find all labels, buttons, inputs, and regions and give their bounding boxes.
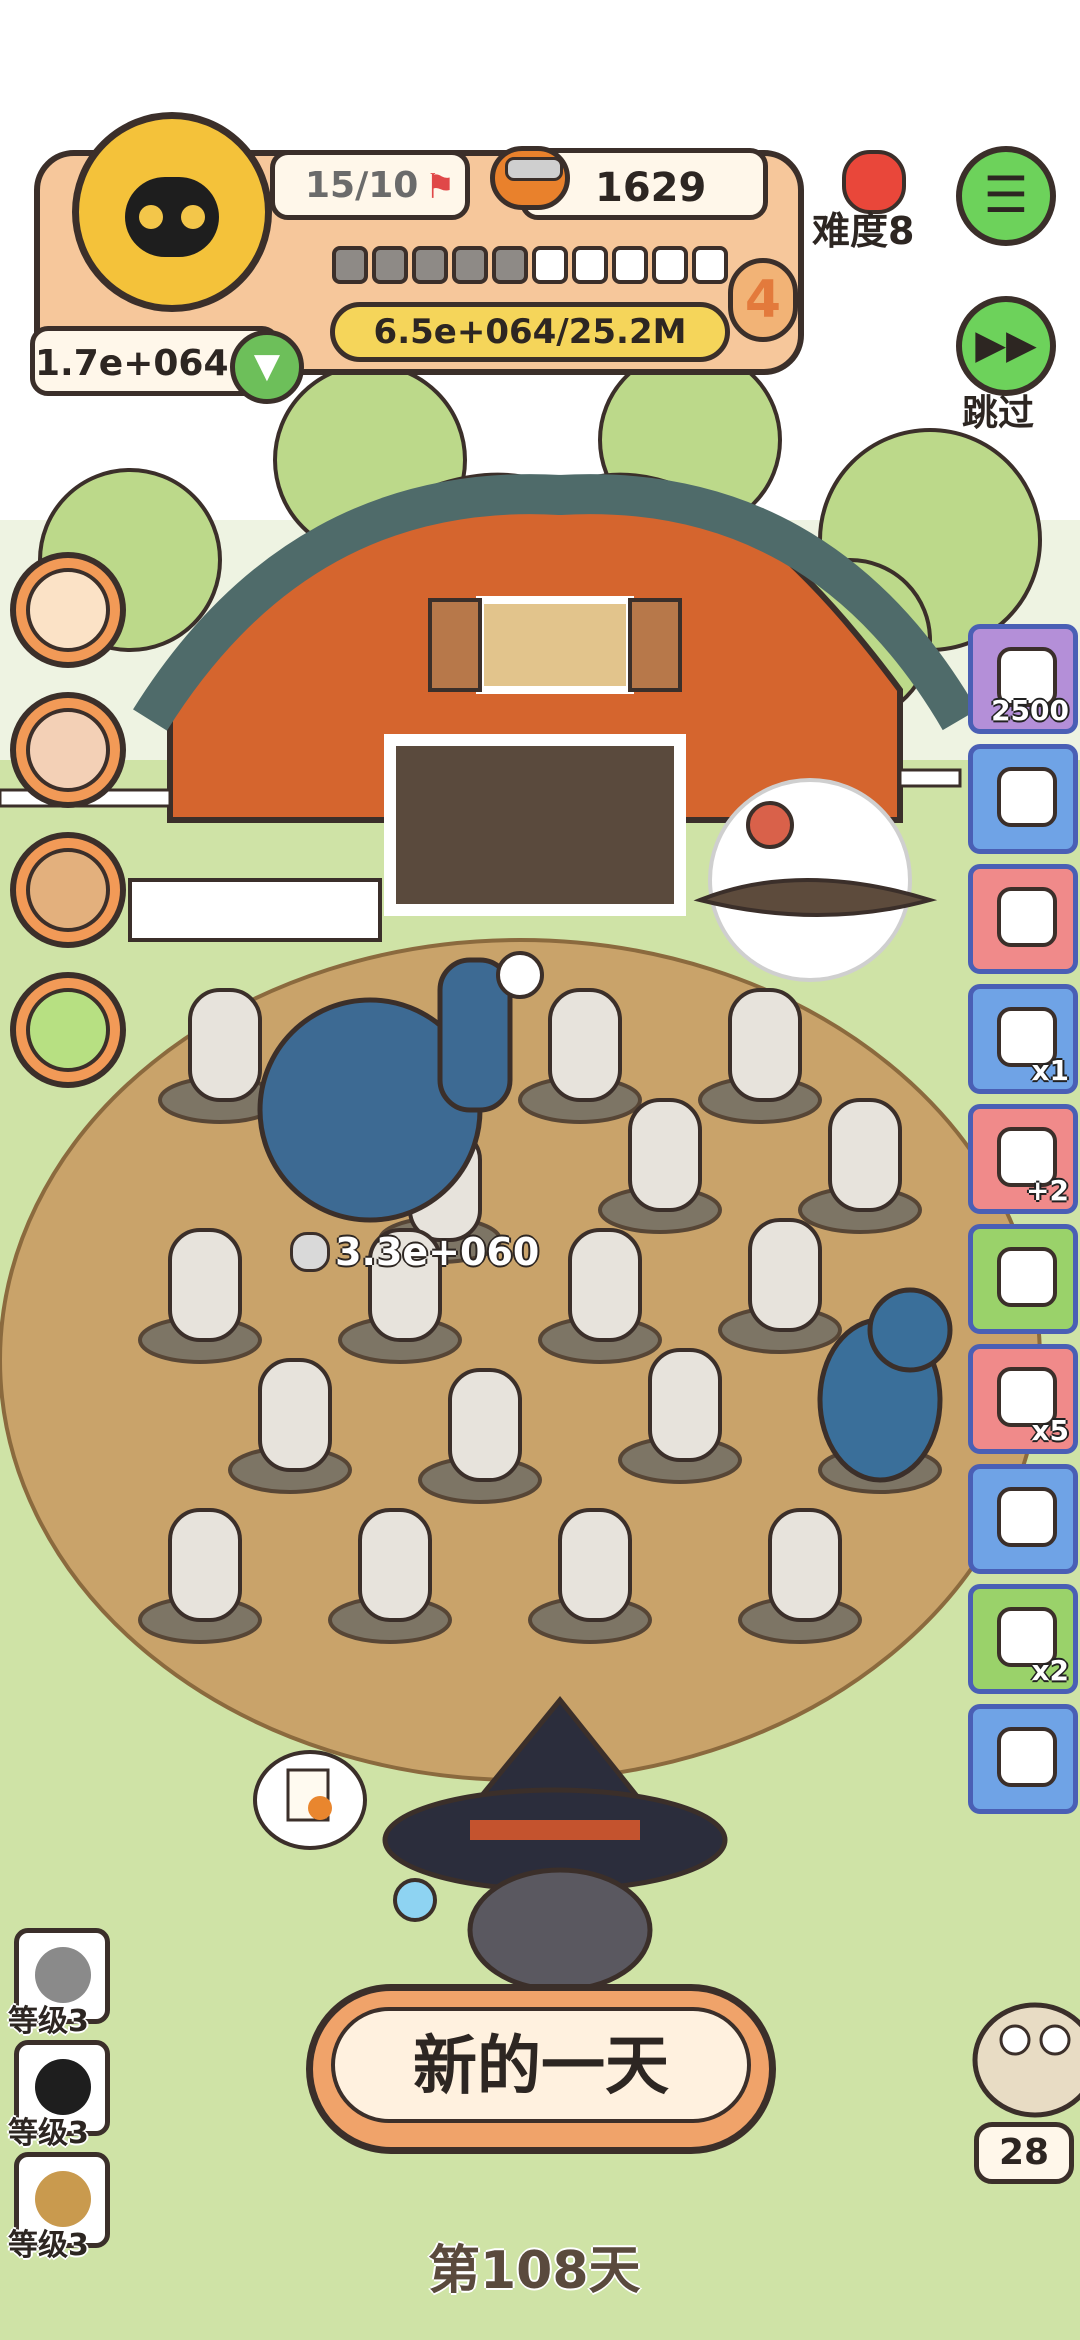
level-item-2-label: 等级3 bbox=[8, 2116, 89, 2151]
xp-segment bbox=[532, 246, 568, 284]
item-badge: x2 bbox=[1031, 1654, 1069, 1687]
xp-segment bbox=[452, 246, 488, 284]
day-counter: 第108天 bbox=[428, 2241, 641, 2301]
xp-text: 6.5e+064/25.2M bbox=[373, 312, 687, 352]
item-badge: 2500 bbox=[991, 694, 1069, 727]
tent-item[interactable]: x2 bbox=[968, 1584, 1078, 1694]
certificate-bubble bbox=[253, 1750, 367, 1850]
level-progress-box: 15/10 ⚑ bbox=[270, 150, 470, 220]
difficulty-label: 难度8 bbox=[812, 209, 915, 253]
level-item-3-label: 等级3 bbox=[8, 2228, 89, 2263]
level-item-1-label: 等级3 bbox=[8, 2004, 89, 2039]
black-creature-icon bbox=[35, 2059, 91, 2115]
herd-value-label: 3.3e+060 bbox=[290, 1230, 539, 1274]
cat-tree-icon bbox=[26, 708, 110, 792]
owl-counter[interactable]: 28 bbox=[974, 2122, 1074, 2184]
planter bbox=[128, 878, 382, 942]
new-day-button[interactable]: 新的一天 bbox=[306, 1984, 776, 2154]
xp-segments bbox=[332, 246, 732, 290]
fireball-item[interactable] bbox=[968, 864, 1078, 974]
menu-icon: ☰ bbox=[983, 166, 1029, 224]
flag-icon: ⚑ bbox=[425, 167, 456, 207]
xp-segment bbox=[612, 246, 648, 284]
goldfish-button[interactable] bbox=[10, 552, 126, 668]
owl-character bbox=[972, 2002, 1080, 2118]
xp-bar: 6.5e+064/25.2M bbox=[330, 302, 730, 362]
level-progress-text: 15/10 bbox=[305, 165, 419, 206]
expand-button[interactable]: ▼ bbox=[230, 330, 304, 404]
new-day-label: 新的一天 bbox=[413, 2030, 669, 2104]
ghost-icon bbox=[35, 1947, 91, 2003]
food-bowl-icon bbox=[490, 146, 570, 210]
card-item[interactable] bbox=[968, 1224, 1078, 1334]
skip-button[interactable]: ▶▶ bbox=[956, 296, 1056, 396]
first-aid-button[interactable] bbox=[10, 972, 126, 1088]
sheep-icon bbox=[997, 1727, 1057, 1787]
gem-icon bbox=[290, 1232, 330, 1272]
box-button[interactable] bbox=[10, 832, 126, 948]
coin-count: 1629 bbox=[595, 165, 707, 211]
camera-item[interactable] bbox=[968, 744, 1078, 854]
chevron-down-icon: ▼ bbox=[253, 346, 281, 386]
herd-value: 3.3e+060 bbox=[335, 1230, 540, 1274]
item-badge: x5 bbox=[1031, 1414, 1069, 1447]
item-badge: +2 bbox=[1026, 1174, 1069, 1207]
xp-segment bbox=[412, 246, 448, 284]
sheep-item[interactable] bbox=[968, 1704, 1078, 1814]
goldfish-icon bbox=[26, 568, 110, 652]
card-icon bbox=[997, 1247, 1057, 1307]
xp-segment bbox=[572, 246, 608, 284]
fireball-icon bbox=[997, 887, 1057, 947]
paw-bonus-item[interactable]: +2 bbox=[968, 1104, 1078, 1214]
can-item[interactable]: x1 bbox=[968, 984, 1078, 1094]
egg-item[interactable]: 2500 bbox=[968, 624, 1078, 734]
camera-icon bbox=[997, 767, 1057, 827]
xp-segment bbox=[652, 246, 688, 284]
cardboard-box-icon bbox=[26, 848, 110, 932]
trophy-icon bbox=[997, 1487, 1057, 1547]
black-cat-avatar-icon bbox=[125, 177, 219, 257]
fast-forward-icon: ▶▶ bbox=[975, 322, 1037, 368]
xp-segment bbox=[492, 246, 528, 284]
owl-count: 28 bbox=[998, 2132, 1050, 2173]
trophy-item[interactable] bbox=[968, 1464, 1078, 1574]
xp-segment bbox=[332, 246, 368, 284]
skip-label: 跳过 bbox=[962, 393, 1035, 434]
first-aid-icon bbox=[26, 988, 110, 1072]
menu-button[interactable]: ☰ bbox=[956, 146, 1056, 246]
rope-item[interactable]: x5 bbox=[968, 1344, 1078, 1454]
level-number: 4 bbox=[744, 270, 782, 330]
xp-segment bbox=[692, 246, 728, 284]
avatar[interactable] bbox=[72, 112, 272, 312]
item-badge: x1 bbox=[1031, 1054, 1069, 1087]
difficulty-indicator[interactable]: 难度8 bbox=[810, 140, 930, 253]
wealth-value: 1.7e+064 bbox=[35, 343, 229, 384]
skull-icon bbox=[35, 2171, 91, 2227]
level-badge: 4 bbox=[728, 258, 798, 342]
cat-tree-button[interactable] bbox=[10, 692, 126, 808]
xp-segment bbox=[372, 246, 408, 284]
